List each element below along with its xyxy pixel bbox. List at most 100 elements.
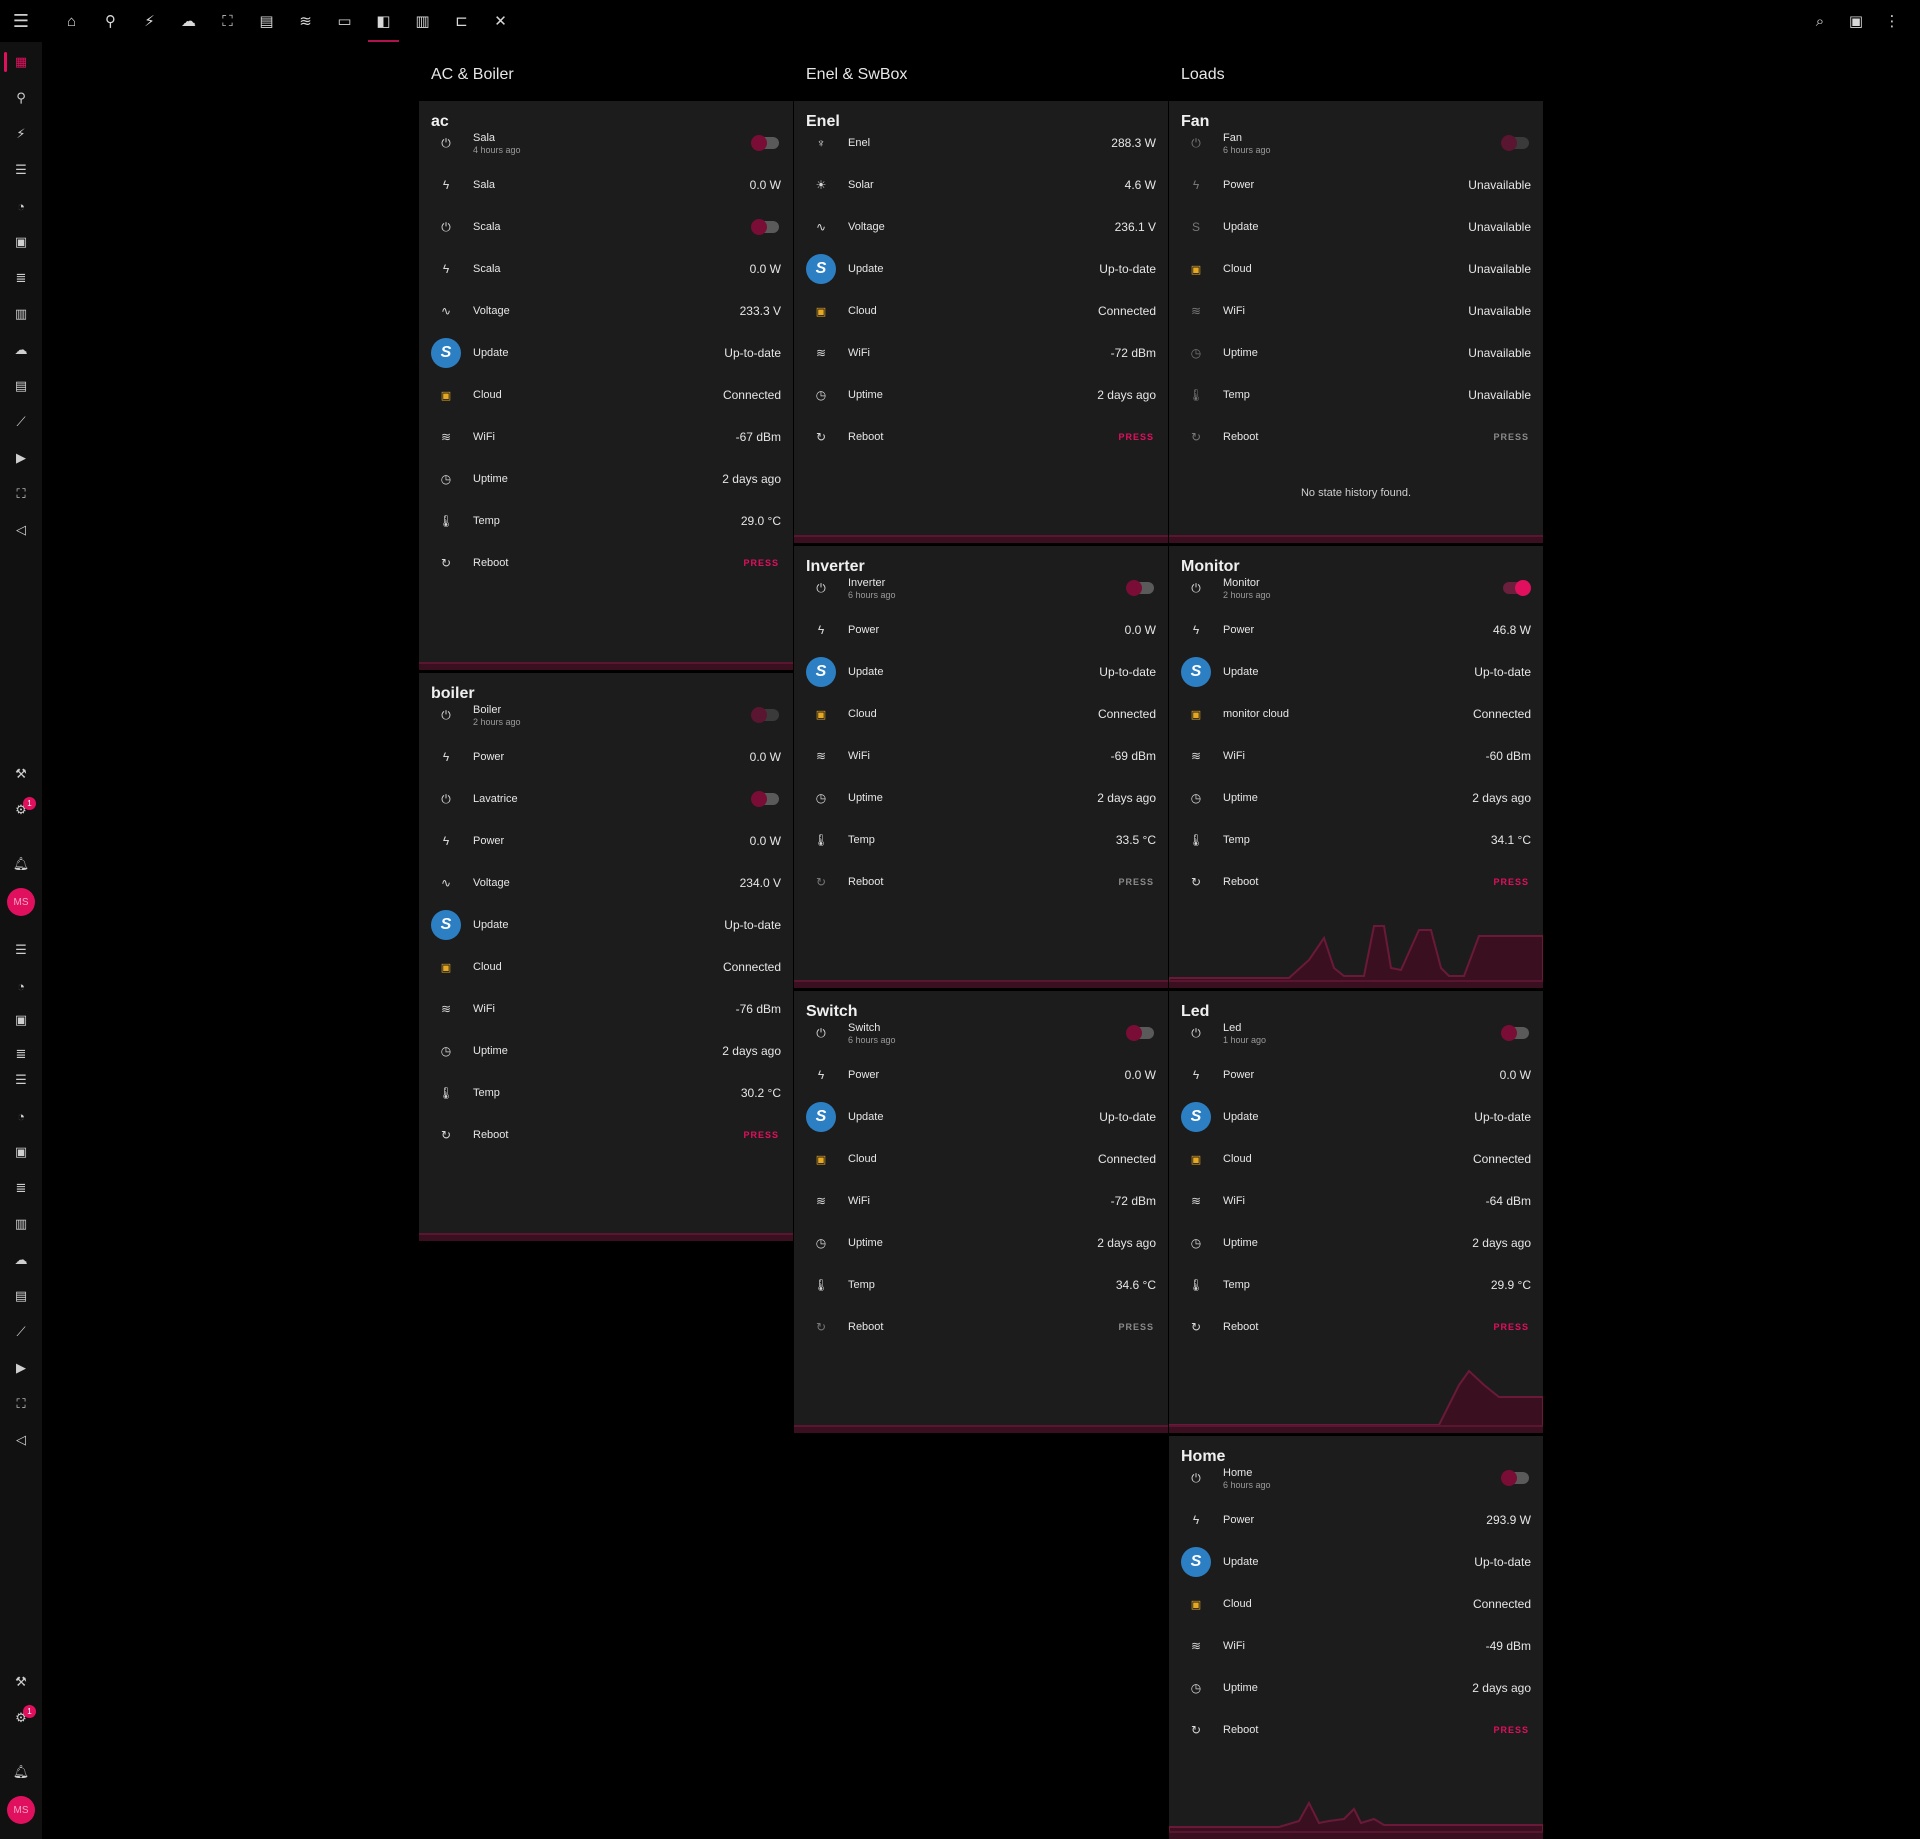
entity-row[interactable]: ϟ Power 0.0 W	[806, 616, 1156, 644]
entity-row[interactable]: ⏻ Sala 4 hours ago	[431, 129, 781, 157]
sidebar-chart-box-icon-2[interactable]: ▥	[4, 1210, 38, 1238]
reboot-press-button[interactable]: PRESS	[743, 558, 779, 568]
sidebar-list-icon-3[interactable]: ≣	[4, 1174, 38, 1202]
entity-row[interactable]: ▣ Cloud Connected	[431, 381, 781, 409]
assist-icon[interactable]: ▣	[1838, 0, 1874, 42]
entity-row[interactable]: 🌡︎ Temp 34.6 °C	[806, 1271, 1156, 1299]
book-open-icon[interactable]: ▥	[403, 0, 442, 42]
entity-row[interactable]: ϟ Scala 0.0 W	[431, 255, 781, 283]
entity-row[interactable]: ◷ Uptime 2 days ago	[1181, 1674, 1531, 1702]
entity-row[interactable]: ∿ Voltage 233.3 V	[431, 297, 781, 325]
entity-row[interactable]: ∿ Voltage 234.0 V	[431, 869, 781, 897]
toggle-switch[interactable]	[751, 707, 779, 723]
entity-row[interactable]: S Update Unavailable	[1181, 213, 1531, 241]
file-tree-icon[interactable]: ⊏	[442, 0, 481, 42]
entity-row[interactable]: 🌡︎ Temp Unavailable	[1181, 381, 1531, 409]
sidebar-gauge-icon-3[interactable]: ◔	[4, 1102, 38, 1130]
entity-row[interactable]: ⏻ Fan 6 hours ago	[1181, 129, 1531, 157]
tools-icon[interactable]: ✕	[481, 0, 520, 42]
toggle-switch[interactable]	[1503, 580, 1531, 596]
sidebar-account-box-icon-3[interactable]: ▣	[4, 1138, 38, 1166]
sidebar-cloud-icon[interactable]: ☁	[4, 336, 38, 364]
radiator-icon[interactable]: ≋	[286, 0, 325, 42]
sidebar-developer-tools-icon[interactable]: ⚒	[4, 760, 38, 788]
entity-row[interactable]: 🌡︎ Temp 34.1 °C	[1181, 826, 1531, 854]
lan-icon[interactable]: ⛶	[208, 0, 247, 42]
entity-row[interactable]: S Update Up-to-date	[1181, 657, 1531, 687]
entity-row[interactable]: 🌡︎ Temp 29.0 °C	[431, 507, 781, 535]
reboot-press-button[interactable]: PRESS	[743, 1130, 779, 1140]
entity-row[interactable]: ◷ Uptime 2 days ago	[806, 381, 1156, 409]
entity-row[interactable]: ▣ Cloud Connected	[806, 1145, 1156, 1173]
entity-row[interactable]: ↻ Reboot PRESS	[806, 868, 1156, 896]
sidebar-logbook-icon[interactable]: ☰	[4, 156, 38, 184]
entity-row[interactable]: ◷ Uptime 2 days ago	[431, 1037, 781, 1065]
sidebar-energy-icon[interactable]: ⚡	[4, 120, 38, 148]
reboot-press-button[interactable]: PRESS	[1493, 877, 1529, 887]
entity-row[interactable]: ⏻ Lavatrice	[431, 785, 781, 813]
entity-row[interactable]: ↻ Reboot PRESS	[1181, 423, 1531, 451]
sidebar-account-box-icon[interactable]: ▣	[4, 228, 38, 256]
entity-row[interactable]: ↻ Reboot PRESS	[806, 1313, 1156, 1341]
sidebar-store-icon-2[interactable]: ▤	[4, 1282, 38, 1310]
entity-row[interactable]: ⏻ Home 6 hours ago	[1181, 1464, 1531, 1492]
satellite-dish-icon[interactable]: ⚲	[91, 0, 130, 42]
entity-row[interactable]: ▣ monitor cloud Connected	[1181, 700, 1531, 728]
entity-row[interactable]: ↻ Reboot PRESS	[431, 549, 781, 577]
sidebar-list-icon-2[interactable]: ≣	[4, 1040, 38, 1068]
entity-row[interactable]: ϟ Power 46.8 W	[1181, 616, 1531, 644]
sidebar-notifications-icon-2[interactable]: 🔔︎	[4, 1758, 38, 1786]
entity-row[interactable]: ◷ Uptime 2 days ago	[806, 784, 1156, 812]
entity-row[interactable]: ϟ Power 0.0 W	[431, 827, 781, 855]
entity-row[interactable]: ≋ WiFi -69 dBm	[806, 742, 1156, 770]
reboot-press-button[interactable]: PRESS	[1118, 877, 1154, 887]
sidebar-media-icon[interactable]: ▶	[4, 444, 38, 472]
entity-row[interactable]: ϟ Power 0.0 W	[431, 743, 781, 771]
entity-row[interactable]: ▣ Cloud Connected	[806, 297, 1156, 325]
entity-row[interactable]: ▣ Cloud Unavailable	[1181, 255, 1531, 283]
sidebar-chart-box-icon[interactable]: ▥	[4, 300, 38, 328]
entity-row[interactable]: ◷ Uptime 2 days ago	[806, 1229, 1156, 1257]
entity-row[interactable]: ϟ Power Unavailable	[1181, 171, 1531, 199]
toggle-switch[interactable]	[1501, 135, 1529, 151]
entity-row[interactable]: ϟ Power 293.9 W	[1181, 1506, 1531, 1534]
entity-row[interactable]: ϟ Sala 0.0 W	[431, 171, 781, 199]
entity-row[interactable]: ☀ Solar 4.6 W	[806, 171, 1156, 199]
entity-row[interactable]: ⏻ Led 1 hour ago	[1181, 1019, 1531, 1047]
sidebar-dashboard-icon[interactable]: ▦	[4, 48, 38, 76]
sidebar-history-icon-2[interactable]: ⟋	[4, 1318, 38, 1346]
sidebar-satellite-icon[interactable]: ⚲	[4, 84, 38, 112]
entity-row[interactable]: ϟ Power 0.0 W	[1181, 1061, 1531, 1089]
toggle-switch[interactable]	[751, 791, 779, 807]
reboot-press-button[interactable]: PRESS	[1493, 432, 1529, 442]
toggle-switch[interactable]	[1501, 1025, 1529, 1041]
entity-row[interactable]: ∿ Voltage 236.1 V	[806, 213, 1156, 241]
entity-row[interactable]: ↻ Reboot PRESS	[431, 1121, 781, 1149]
entity-row[interactable]: S Update Up-to-date	[1181, 1547, 1531, 1577]
entity-row[interactable]: S Update Up-to-date	[431, 338, 781, 368]
entity-row[interactable]: ≋ WiFi -64 dBm	[1181, 1187, 1531, 1215]
entity-row[interactable]: ⏻ Scala	[431, 213, 781, 241]
sidebar-logbook-icon-2[interactable]: ☰	[4, 936, 38, 964]
entity-row[interactable]: ▣ Cloud Connected	[806, 700, 1156, 728]
entity-row[interactable]: S Update Up-to-date	[806, 657, 1156, 687]
reboot-press-button[interactable]: PRESS	[1118, 432, 1154, 442]
entity-row[interactable]: ≋ WiFi Unavailable	[1181, 297, 1531, 325]
menu-icon[interactable]: ☰	[8, 8, 34, 34]
sidebar-settings-icon-2[interactable]: ⚙ 1	[4, 1704, 38, 1732]
toggle-switch[interactable]	[1126, 1025, 1154, 1041]
printer-icon[interactable]: ▤	[247, 0, 286, 42]
entity-row[interactable]: ≋ WiFi -72 dBm	[806, 339, 1156, 367]
entity-row[interactable]: ↻ Reboot PRESS	[1181, 1313, 1531, 1341]
entity-row[interactable]: S Update Up-to-date	[1181, 1102, 1531, 1132]
toggle-switch[interactable]	[751, 135, 779, 151]
reboot-press-button[interactable]: PRESS	[1493, 1322, 1529, 1332]
entity-row[interactable]: ◷ Uptime 2 days ago	[1181, 1229, 1531, 1257]
reboot-press-button[interactable]: PRESS	[1118, 1322, 1154, 1332]
entity-row[interactable]: ▣ Cloud Connected	[1181, 1145, 1531, 1173]
sidebar-developer-tools-icon-2[interactable]: ⚒	[4, 1668, 38, 1696]
power-plug-icon[interactable]: ⚡	[130, 0, 169, 42]
entity-row[interactable]: ↻ Reboot PRESS	[1181, 868, 1531, 896]
sidebar-notifications-icon[interactable]: 🔔︎	[4, 850, 38, 878]
sidebar-media-icon-2[interactable]: ▶	[4, 1354, 38, 1382]
